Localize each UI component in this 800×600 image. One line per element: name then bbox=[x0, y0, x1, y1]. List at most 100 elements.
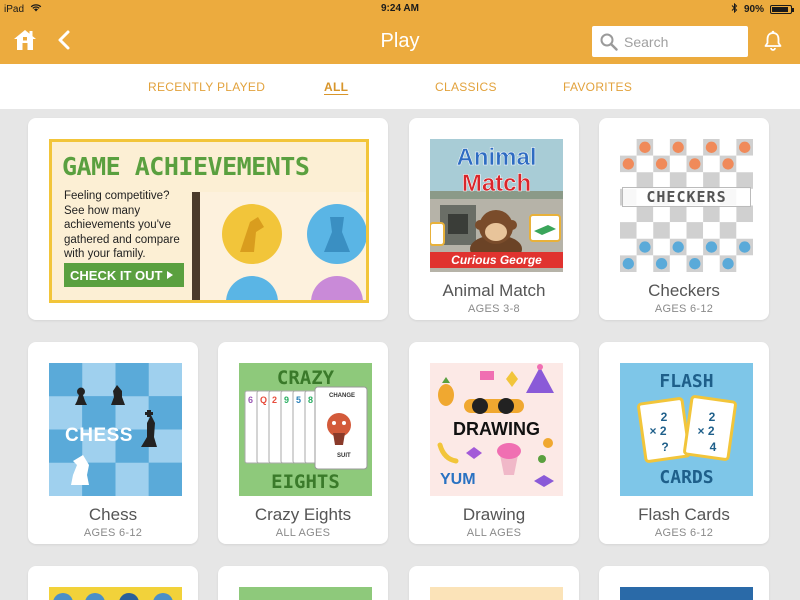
tab-recently-played[interactable]: RECENTLY PLAYED bbox=[148, 80, 265, 94]
game-card-animal-match[interactable]: Animal Match Curious George Animal Match… bbox=[409, 118, 579, 320]
partial-thumbnail bbox=[430, 587, 563, 600]
game-age-range: ALL AGES bbox=[275, 527, 331, 539]
game-card-flash-cards[interactable]: FLASH 2 × 2 ? 2 × 2 4 CARDS Flash Cards … bbox=[599, 342, 769, 544]
svg-text:× 2: × 2 bbox=[649, 424, 666, 438]
blue-checker-piece bbox=[689, 258, 701, 270]
search-input[interactable] bbox=[624, 33, 734, 50]
curious-george-logo: Curious George bbox=[430, 252, 563, 268]
board-square bbox=[703, 155, 720, 173]
board-square bbox=[736, 255, 753, 272]
search-box[interactable] bbox=[592, 26, 748, 57]
board-square bbox=[653, 222, 670, 239]
banner-body: Feeling competitive? See how many achiev… bbox=[64, 190, 180, 260]
game-age-range: AGES 6-12 bbox=[83, 527, 143, 539]
orange-checker-piece bbox=[739, 141, 751, 153]
svg-text:4: 4 bbox=[710, 440, 717, 454]
status-time: 9:24 AM bbox=[381, 3, 419, 14]
bluetooth-icon bbox=[731, 2, 738, 16]
game-card-partial[interactable] bbox=[599, 566, 769, 600]
partial-thumbnail bbox=[620, 587, 753, 600]
board-square bbox=[736, 155, 753, 173]
board-square bbox=[620, 205, 637, 223]
board-square bbox=[703, 255, 720, 272]
board-square bbox=[653, 238, 670, 256]
game-card-drawing[interactable]: DRAWING YUM Drawing ALL AGES bbox=[409, 342, 579, 544]
board-square bbox=[636, 222, 654, 239]
board-square bbox=[653, 205, 670, 223]
game-age-range: AGES 3-8 bbox=[468, 303, 520, 315]
orange-checker-piece bbox=[705, 141, 718, 153]
blue-checker-piece bbox=[705, 241, 718, 253]
animal-match-thumbnail: Animal Match Curious George bbox=[430, 139, 563, 272]
game-age-range: AGES 6-12 bbox=[654, 527, 714, 539]
blue-checker-piece bbox=[739, 241, 751, 253]
board-square bbox=[620, 139, 637, 156]
animal-match-line1: Animal bbox=[456, 144, 537, 171]
banner-cta-label: CHECK IT OUT bbox=[70, 267, 163, 283]
flash-cards-thumbnail: FLASH 2 × 2 ? 2 × 2 4 CARDS bbox=[620, 363, 753, 496]
board-square bbox=[620, 222, 637, 239]
svg-text:Q: Q bbox=[260, 395, 267, 405]
chess-thumbnail: CHESS bbox=[49, 363, 182, 496]
search-icon bbox=[600, 33, 618, 51]
blue-checker-piece bbox=[655, 258, 668, 270]
bell-icon bbox=[764, 30, 782, 51]
game-card-chess[interactable]: CHESS Chess AGES 6-12 bbox=[28, 342, 198, 544]
category-tabs: RECENTLY PLAYED ALL CLASSICS FAVORITES bbox=[0, 64, 800, 109]
board-square bbox=[686, 238, 704, 256]
svg-text:6: 6 bbox=[248, 395, 253, 405]
achievements-banner-card[interactable]: GAME ACHIEVEMENTS Feeling competitive? S… bbox=[28, 118, 388, 320]
svg-text:?: ? bbox=[661, 440, 668, 454]
board-square bbox=[736, 205, 753, 223]
battery-icon bbox=[770, 5, 794, 14]
game-age-range: ALL AGES bbox=[466, 527, 522, 539]
board-square bbox=[653, 139, 670, 156]
board-square bbox=[703, 205, 720, 223]
tab-all[interactable]: ALL bbox=[324, 80, 348, 94]
drawing-yum-text: YUM bbox=[440, 471, 476, 488]
achievement-badges-illustration bbox=[192, 192, 366, 300]
svg-text:2: 2 bbox=[709, 410, 716, 424]
partial-thumbnail bbox=[239, 587, 372, 600]
board-square bbox=[686, 139, 704, 156]
board-square bbox=[719, 238, 737, 256]
board-square bbox=[636, 255, 654, 272]
game-card-crazy-eights[interactable]: CRAZY 6 Q 2 9 5 8 CHANGE SUIT EIGHTS Cra… bbox=[218, 342, 388, 544]
game-card-partial[interactable] bbox=[28, 566, 198, 600]
flash-cards-line2: CARDS bbox=[659, 467, 714, 488]
orange-checker-piece bbox=[672, 141, 684, 153]
tab-classics[interactable]: CLASSICS bbox=[435, 80, 497, 94]
svg-text:5: 5 bbox=[296, 395, 301, 405]
game-title: Animal Match bbox=[442, 281, 546, 300]
svg-text:2: 2 bbox=[272, 395, 277, 405]
game-card-checkers[interactable]: CHECKERS Checkers AGES 6-12 bbox=[599, 118, 769, 320]
chess-thumb-text: CHESS bbox=[65, 425, 133, 446]
notifications-button[interactable] bbox=[763, 30, 783, 52]
card-suit-label: SUIT bbox=[337, 453, 351, 459]
blue-checker-piece bbox=[639, 241, 651, 253]
board-square bbox=[669, 205, 687, 223]
orange-checker-piece bbox=[639, 141, 651, 153]
orange-checker-piece bbox=[689, 158, 701, 170]
crazy-eights-line2: EIGHTS bbox=[271, 471, 340, 493]
achievements-banner[interactable]: GAME ACHIEVEMENTS Feeling competitive? S… bbox=[49, 139, 369, 303]
blue-checker-piece bbox=[672, 241, 684, 253]
board-square bbox=[719, 205, 737, 223]
checkers-thumb-text: CHECKERS bbox=[622, 187, 751, 207]
banner-cta-button[interactable]: CHECK IT OUT bbox=[64, 263, 184, 287]
game-card-partial[interactable] bbox=[409, 566, 579, 600]
game-card-partial[interactable] bbox=[218, 566, 388, 600]
board-square bbox=[686, 222, 704, 239]
board-square bbox=[669, 255, 687, 272]
board-square bbox=[719, 139, 737, 156]
board-square bbox=[636, 155, 654, 173]
svg-text:9: 9 bbox=[284, 395, 289, 405]
blue-checker-piece bbox=[722, 258, 734, 270]
game-title: Chess bbox=[88, 505, 138, 524]
board-square bbox=[669, 155, 687, 173]
tab-favorites[interactable]: FAVORITES bbox=[563, 80, 632, 94]
game-age-range: AGES 6-12 bbox=[654, 303, 714, 315]
play-arrow-icon bbox=[167, 271, 174, 279]
drawing-thumbnail: DRAWING YUM bbox=[430, 363, 563, 496]
game-title: Drawing bbox=[462, 505, 526, 524]
